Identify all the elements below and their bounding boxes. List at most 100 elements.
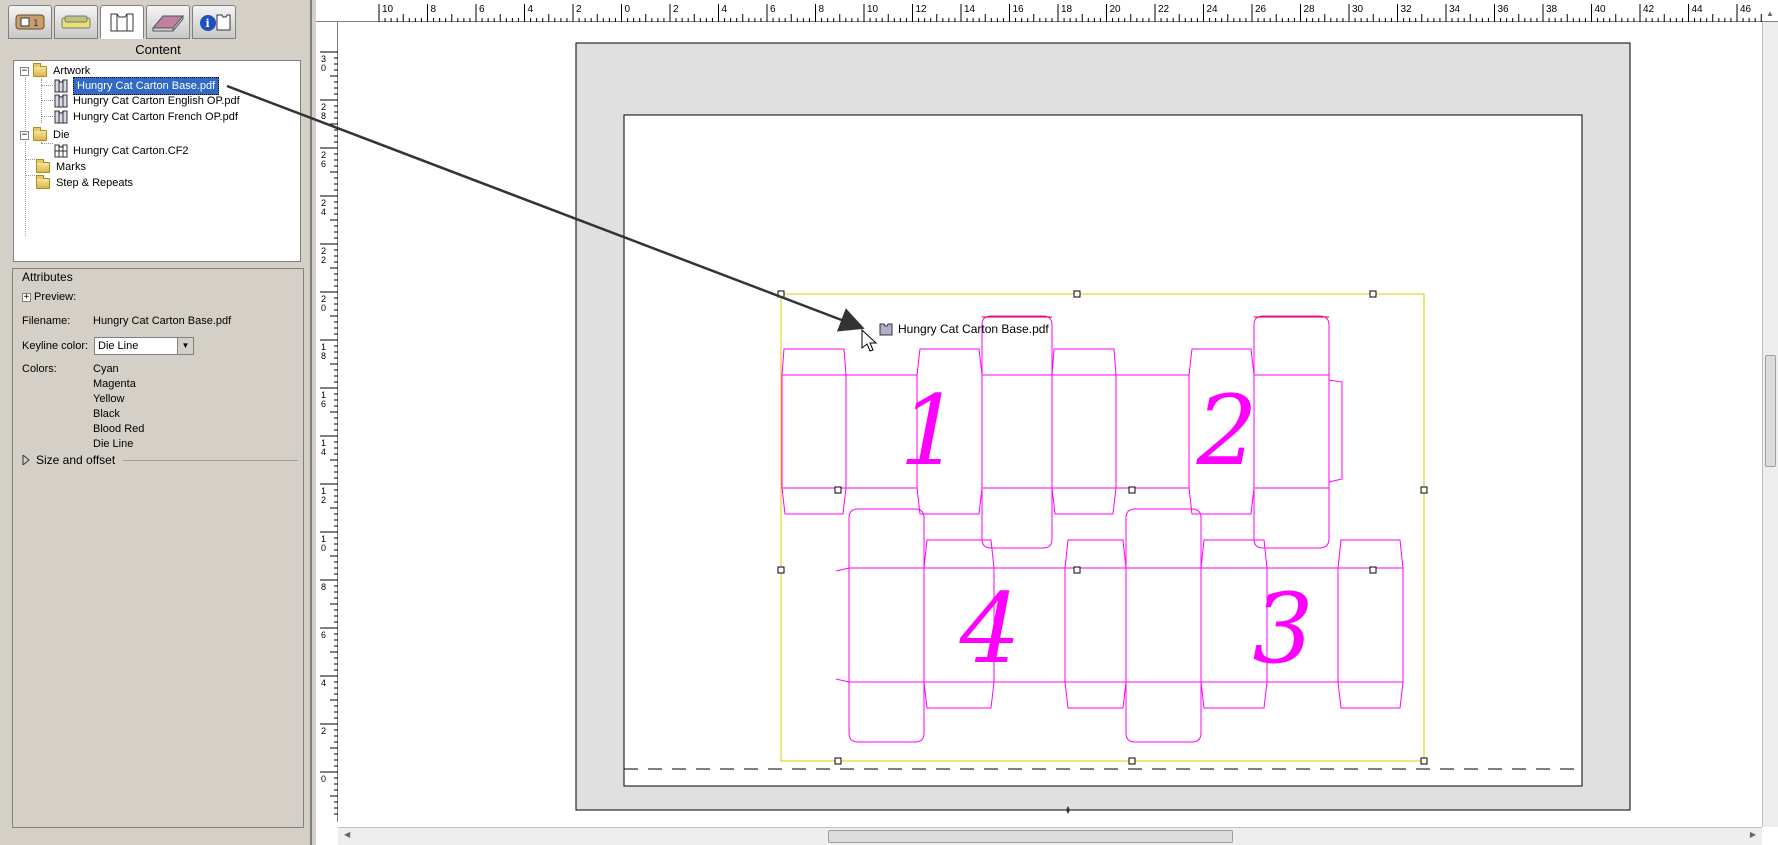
collapse-icon[interactable]: − bbox=[20, 66, 29, 76]
ruler-label: 6 bbox=[321, 399, 326, 409]
tree-file-die[interactable]: Hungry Cat Carton.CF2 bbox=[53, 143, 189, 159]
artwork-file-icon bbox=[54, 110, 68, 124]
ruler-label: 28 bbox=[1304, 4, 1316, 15]
canvas-area: 10 8 6 4 2 0 2 4 6 8 10 12 14 16 18 20 22 24 26 28 30 32 34 36 3… bbox=[316, 0, 1778, 845]
size-offset-label: Size and offset bbox=[36, 453, 116, 467]
artwork-file-icon bbox=[54, 79, 68, 93]
color-item: Blood Red bbox=[93, 423, 145, 435]
color-item: Die Line bbox=[93, 438, 134, 450]
horizontal-scroll-thumb[interactable] bbox=[828, 830, 1233, 843]
tab-job-info[interactable]: 1 bbox=[8, 5, 52, 39]
panel-tabs: 1 i bbox=[8, 5, 236, 39]
ruler-label: 8 bbox=[431, 4, 437, 15]
color-item: Black bbox=[93, 408, 120, 420]
color-item: Cyan bbox=[93, 363, 119, 375]
layout-stage[interactable]: 1 2 4 3 Hungry Cat Carton Base.pdf bbox=[338, 22, 1762, 827]
tab-tickets[interactable] bbox=[54, 5, 98, 39]
filename-label: Filename: bbox=[22, 315, 71, 327]
collapse-icon[interactable]: − bbox=[20, 130, 29, 140]
step-number: 3 bbox=[1252, 573, 1313, 685]
drag-label: Hungry Cat Carton Base.pdf bbox=[898, 322, 1049, 336]
ruler-label: 0 bbox=[321, 63, 326, 73]
folder-label: Step & Repeats bbox=[56, 177, 134, 189]
job-info-icon: 1 bbox=[15, 14, 45, 30]
ruler-label: 32 bbox=[1401, 4, 1413, 15]
layout-icon bbox=[151, 15, 185, 32]
tree-file-french[interactable]: Hungry Cat Carton French OP.pdf bbox=[53, 109, 238, 125]
ruler-label: 8 bbox=[321, 582, 326, 592]
ruler-label: 4 bbox=[722, 4, 728, 15]
folder-icon bbox=[33, 126, 47, 141]
vertical-scrollbar[interactable]: ▲ bbox=[1762, 9, 1778, 827]
ruler-label: 18 bbox=[1061, 4, 1073, 15]
chevron-down-icon: ▼ bbox=[177, 338, 193, 354]
folder-label: Marks bbox=[56, 161, 86, 173]
ruler-label: 4 bbox=[321, 678, 326, 688]
ruler-label: 42 bbox=[1643, 4, 1655, 15]
svg-text:1: 1 bbox=[33, 19, 39, 29]
svg-text:i: i bbox=[206, 17, 210, 30]
filename-value: Hungry Cat Carton Base.pdf bbox=[93, 315, 232, 327]
ruler-label: 0 bbox=[321, 303, 326, 313]
tree-file-base[interactable]: Hungry Cat Carton Base.pdf bbox=[53, 77, 220, 95]
ruler-label: 20 bbox=[1110, 4, 1122, 15]
ruler-label: 0 bbox=[625, 4, 631, 15]
attributes-panel: Attributes + Preview: Filename: Hungry C… bbox=[12, 268, 304, 828]
content-icon bbox=[110, 13, 134, 32]
ruler-label: 30 bbox=[1352, 4, 1364, 15]
expand-icon[interactable]: + bbox=[22, 292, 31, 302]
ruler-label: 6 bbox=[321, 159, 326, 169]
ruler-label: 14 bbox=[964, 4, 976, 15]
vertical-scroll-thumb[interactable] bbox=[1765, 355, 1776, 467]
ruler-label: 8 bbox=[321, 111, 326, 121]
ruler-label: 2 bbox=[321, 495, 326, 505]
folder-icon bbox=[33, 62, 47, 77]
ruler-left: 302826242220181614121086420 bbox=[316, 22, 338, 822]
ruler-label: 46 bbox=[1740, 4, 1752, 15]
ruler-top: 10 8 6 4 2 0 2 4 6 8 10 12 14 16 18 20 22 24 26 28 30 32 34 36 3… bbox=[316, 0, 1778, 22]
ruler-label: 24 bbox=[1207, 4, 1219, 15]
content-header: Content bbox=[135, 42, 181, 57]
preview-toggle[interactable]: + Preview: bbox=[22, 291, 76, 303]
ruler-label: 6 bbox=[770, 4, 776, 15]
scroll-left-icon[interactable]: ◀ bbox=[344, 830, 350, 839]
file-label: Hungry Cat Carton French OP.pdf bbox=[73, 111, 238, 123]
folder-icon bbox=[36, 174, 50, 189]
ruler-label: 40 bbox=[1595, 4, 1607, 15]
tab-content[interactable] bbox=[100, 5, 144, 39]
keyline-label: Keyline color: bbox=[22, 340, 89, 352]
file-label: Hungry Cat Carton English OP.pdf bbox=[73, 95, 240, 107]
step-number: 4 bbox=[958, 573, 1020, 685]
attributes-title: Attributes bbox=[22, 270, 73, 284]
tree-folder-die[interactable]: − Die bbox=[20, 126, 70, 143]
ruler-label: 2 bbox=[673, 4, 679, 15]
tab-layout[interactable] bbox=[146, 5, 190, 39]
preview-label: Preview: bbox=[34, 291, 77, 303]
color-item: Yellow bbox=[93, 393, 125, 405]
size-offset-toggle[interactable]: Size and offset bbox=[22, 453, 298, 467]
die-file-icon bbox=[54, 144, 68, 158]
horizontal-scrollbar[interactable]: ◀ ▶ bbox=[338, 827, 1762, 845]
ruler-label: 10 bbox=[867, 4, 879, 15]
file-label: Hungry Cat Carton.CF2 bbox=[73, 145, 189, 157]
color-item: Magenta bbox=[93, 378, 136, 390]
tree-folder-step-repeats[interactable]: Step & Repeats bbox=[36, 174, 134, 191]
ruler-label: 36 bbox=[1498, 4, 1510, 15]
drag-preview: Hungry Cat Carton Base.pdf bbox=[879, 322, 1049, 336]
ruler-label: 22 bbox=[1158, 4, 1170, 15]
ruler-label: 2 bbox=[321, 726, 326, 736]
content-tree[interactable]: − Artwork Hungry Cat Carton Base.pdf Hun… bbox=[13, 60, 301, 262]
ruler-label: 2 bbox=[576, 4, 582, 15]
keyline-color-select[interactable]: Die Line ▼ bbox=[94, 337, 194, 355]
tree-file-english[interactable]: Hungry Cat Carton English OP.pdf bbox=[53, 93, 240, 109]
ruler-label: 4 bbox=[321, 447, 326, 457]
scroll-up-icon[interactable]: ▲ bbox=[1766, 9, 1774, 18]
scroll-right-icon[interactable]: ▶ bbox=[1750, 830, 1756, 839]
ruler-label: 0 bbox=[321, 543, 326, 553]
colors-label: Colors: bbox=[22, 363, 57, 375]
tab-info[interactable]: i bbox=[192, 5, 236, 39]
tickets-icon bbox=[61, 15, 91, 29]
paper-area bbox=[623, 114, 1583, 787]
tree-folder-marks[interactable]: Marks bbox=[36, 158, 86, 175]
ruler-label: 2 bbox=[321, 255, 326, 265]
